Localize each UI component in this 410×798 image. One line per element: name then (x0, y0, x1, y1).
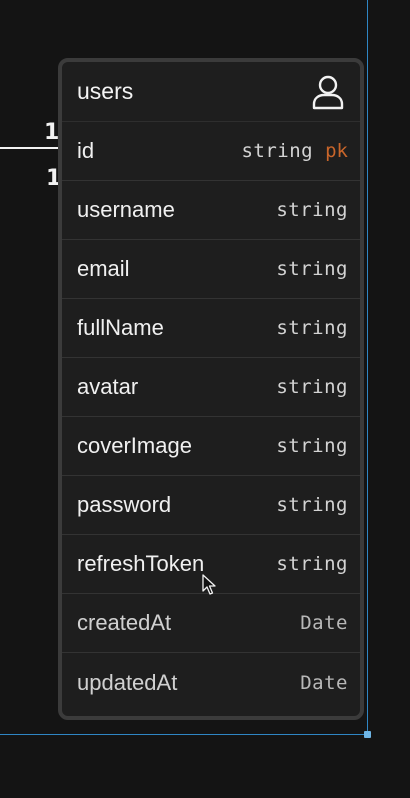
field-type: string (276, 494, 348, 516)
field-meta: string (276, 376, 348, 398)
field-meta: string (276, 553, 348, 575)
field-type: string (241, 140, 314, 162)
field-name: createdAt (77, 610, 172, 635)
field-meta: string (276, 199, 348, 221)
field-meta: string pk (241, 140, 348, 162)
field-meta: string (276, 435, 348, 457)
relation-connector-line[interactable] (0, 147, 65, 149)
mouse-cursor-icon (202, 574, 216, 595)
field-name: avatar (77, 374, 139, 399)
field-type: string (276, 258, 348, 280)
field-row-username[interactable]: username string (62, 181, 360, 240)
users-table-card[interactable]: users id string pk username string email strin… (58, 58, 364, 720)
selection-frame-right-edge[interactable] (367, 0, 368, 735)
field-row-avatar[interactable]: avatar string (62, 358, 360, 417)
table-title: users (77, 78, 134, 104)
selection-frame-bottom-edge[interactable] (0, 734, 369, 735)
field-row-createdAt[interactable]: createdAt Date (62, 594, 360, 653)
field-type: string (276, 376, 348, 398)
field-row-fullName[interactable]: fullName string (62, 299, 360, 358)
field-meta: string (276, 317, 348, 339)
field-type: string (276, 317, 348, 339)
table-header[interactable]: users (62, 62, 360, 122)
field-row-updatedAt[interactable]: updatedAt Date (62, 653, 360, 712)
field-name: refreshToken (77, 551, 205, 576)
field-row-email[interactable]: email string (62, 240, 360, 299)
field-row-id[interactable]: id string pk (62, 122, 360, 181)
field-name: email (77, 256, 130, 281)
field-meta: Date (300, 672, 348, 694)
field-row-password[interactable]: password string (62, 476, 360, 535)
field-type: string (276, 435, 348, 457)
field-type: Date (300, 671, 348, 694)
field-name: updatedAt (77, 669, 178, 695)
field-type: string (276, 199, 348, 221)
field-type: string (276, 553, 348, 575)
field-meta: string (276, 258, 348, 280)
primary-key-badge: pk (325, 140, 348, 162)
field-meta: Date (300, 612, 348, 634)
resize-handle[interactable] (364, 731, 371, 738)
field-name: username (77, 197, 175, 222)
field-meta: string (276, 494, 348, 516)
field-name: coverImage (77, 433, 192, 458)
field-name: id (77, 138, 95, 163)
field-list: id string pk username string email string fullN… (62, 122, 360, 712)
user-icon (312, 75, 344, 109)
field-name: password (77, 492, 172, 517)
field-name: fullName (77, 315, 164, 340)
field-row-coverImage[interactable]: coverImage string (62, 417, 360, 476)
field-type: Date (300, 612, 348, 634)
